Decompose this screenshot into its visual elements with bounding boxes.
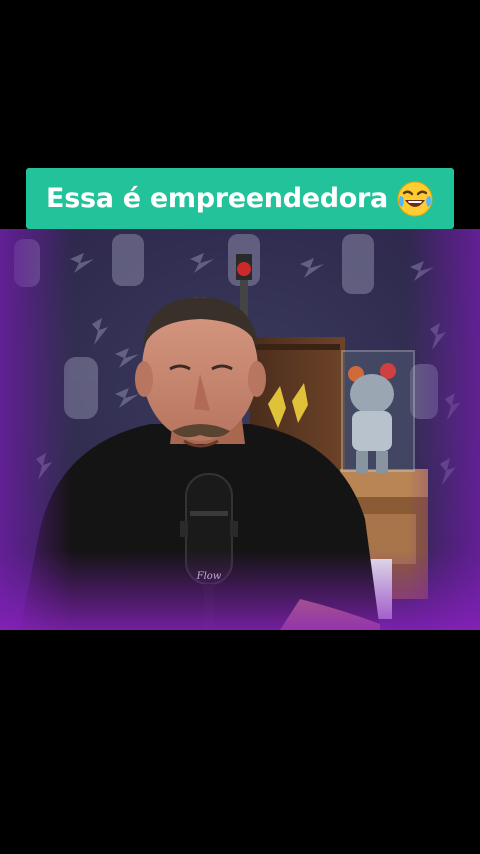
- laughing-tears-emoji-icon: [396, 180, 434, 218]
- caption-text: Essa é empreendedora: [46, 183, 388, 214]
- video-frame[interactable]: Flow: [0, 229, 480, 630]
- caption-banner: Essa é empreendedora: [26, 168, 454, 229]
